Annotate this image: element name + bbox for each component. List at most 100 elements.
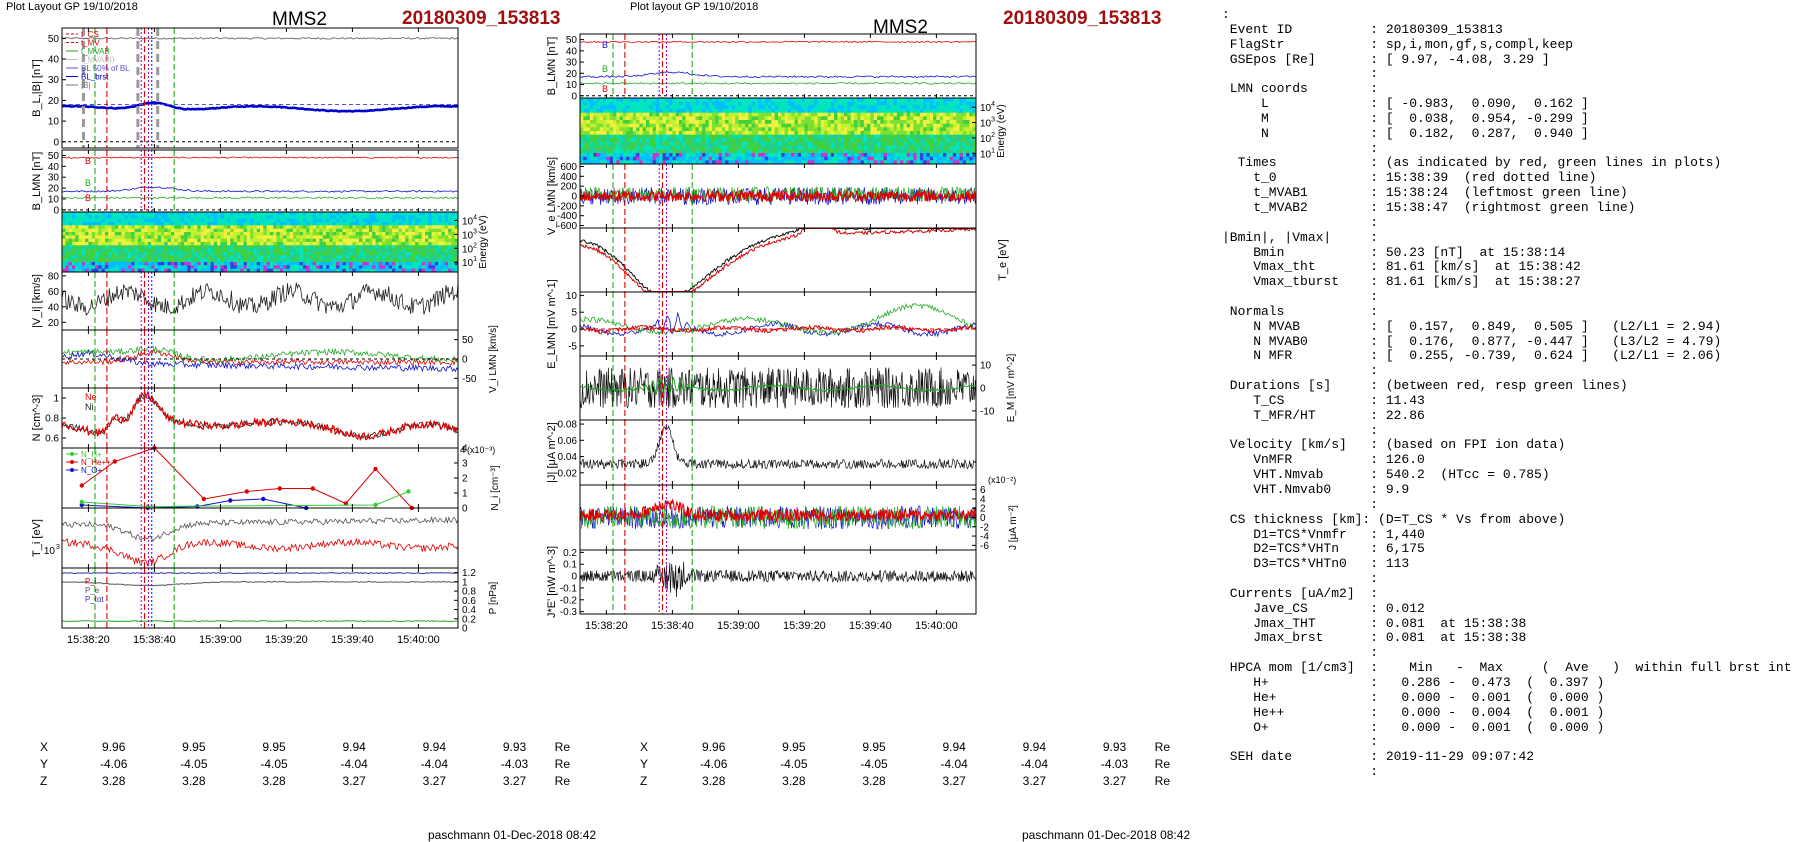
heatmap-cell: [244, 229, 248, 233]
heatmap-cell: [62, 242, 66, 246]
series-line: [62, 517, 458, 541]
heatmap-cell: [788, 102, 792, 106]
heatmap-cell: [771, 120, 775, 124]
heatmap-cell: [857, 109, 861, 113]
heatmap-cell: [963, 127, 967, 131]
heatmap-cell: [356, 219, 360, 223]
heatmap-cell: [121, 252, 125, 256]
heatmap-cell: [600, 116, 604, 120]
heatmap-cell: [775, 146, 779, 150]
heatmap-cell: [712, 102, 716, 106]
y-tick-label: 40: [48, 302, 60, 313]
heatmap-cell: [343, 259, 347, 263]
heatmap-cell: [164, 219, 168, 223]
heatmap-cell: [880, 105, 884, 109]
heatmap-cell: [646, 105, 650, 109]
heatmap-cell: [306, 212, 310, 216]
heatmap-cell: [666, 131, 670, 135]
heatmap-cell: [626, 120, 630, 124]
heatmap-cell: [752, 105, 756, 109]
heatmap-cell: [154, 229, 158, 233]
heatmap-cell: [121, 229, 125, 233]
heatmap-cell: [837, 149, 841, 153]
heatmap-cell: [214, 242, 218, 246]
heatmap-cell: [108, 249, 112, 253]
heatmap-cell: [164, 252, 168, 256]
heatmap-cell: [141, 255, 145, 259]
heatmap-cell: [630, 105, 634, 109]
y-tick-label: 0: [462, 355, 468, 366]
heatmap-cell: [286, 262, 290, 266]
heatmap-cell: [79, 212, 83, 216]
heatmap-cell: [118, 215, 122, 219]
heatmap-cell: [689, 146, 693, 150]
heatmap-cell: [115, 239, 119, 243]
heatmap-cell: [191, 235, 195, 239]
heatmap-cell: [402, 235, 406, 239]
heatmap-cell: [600, 113, 604, 117]
heatmap-cell: [659, 135, 663, 139]
heatmap-cell: [412, 219, 416, 223]
coord-unit: Re: [555, 772, 570, 789]
heatmap-cell: [105, 265, 109, 269]
heatmap-cell: [610, 124, 614, 128]
heatmap-cell: [844, 127, 848, 131]
heatmap-cell: [969, 157, 973, 161]
heatmap-cell: [141, 215, 145, 219]
heatmap-cell: [435, 245, 439, 249]
heatmap-cell: [310, 255, 314, 259]
heatmap-cell: [643, 146, 647, 150]
heatmap-cell: [191, 225, 195, 229]
heatmap-cell: [692, 127, 696, 131]
heatmap-cell: [323, 212, 327, 216]
heatmap-cell: [204, 219, 208, 223]
heatmap-cell: [79, 262, 83, 266]
heatmap-cell: [376, 262, 380, 266]
heatmap-cell: [257, 215, 261, 219]
heatmap-cell: [616, 98, 620, 102]
heatmap-cell: [389, 242, 393, 246]
coord-value: -4.04: [394, 755, 474, 772]
heatmap-cell: [649, 142, 653, 146]
heatmap-cell: [362, 262, 366, 266]
heatmap-cell: [672, 120, 676, 124]
heatmap-cell: [927, 157, 931, 161]
heatmap-cell: [247, 249, 251, 253]
heatmap-cell: [824, 109, 828, 113]
heatmap-cell: [639, 149, 643, 153]
heatmap-cell: [418, 225, 422, 229]
heatmap-cell: [702, 102, 706, 106]
heatmap-cell: [927, 138, 931, 142]
heatmap-cell: [781, 149, 785, 153]
heatmap-cell: [339, 255, 343, 259]
heatmap-cell: [415, 219, 419, 223]
heatmap-cell: [310, 242, 314, 246]
heatmap-cell: [590, 124, 594, 128]
heatmap-cell: [62, 215, 66, 219]
heatmap-cell: [748, 105, 752, 109]
heatmap-cell: [791, 153, 795, 157]
heatmap-cell: [669, 131, 673, 135]
heatmap-cell: [240, 249, 244, 253]
time-tick-label: 15:39:00: [717, 620, 760, 632]
heatmap-cell: [316, 222, 320, 226]
heatmap-cell: [791, 98, 795, 102]
heatmap-cell: [296, 212, 300, 216]
heatmap-cell: [729, 146, 733, 150]
heatmap-cell: [920, 120, 924, 124]
heatmap-cell: [597, 157, 601, 161]
time-tick-label: 15:39:00: [199, 634, 242, 646]
heatmap-cell: [234, 215, 238, 219]
heatmap-cell: [768, 113, 772, 117]
heatmap-cell: [369, 242, 373, 246]
heatmap-cell: [890, 113, 894, 117]
heatmap-cell: [623, 113, 627, 117]
y-tick-label: 0.02: [558, 468, 578, 479]
heatmap-cell: [372, 255, 376, 259]
heatmap-cell: [88, 239, 92, 243]
heatmap-cell: [940, 124, 944, 128]
heatmap-cell: [135, 242, 139, 246]
heatmap-cell: [732, 124, 736, 128]
heatmap-cell: [636, 105, 640, 109]
heatmap-cell: [643, 149, 647, 153]
